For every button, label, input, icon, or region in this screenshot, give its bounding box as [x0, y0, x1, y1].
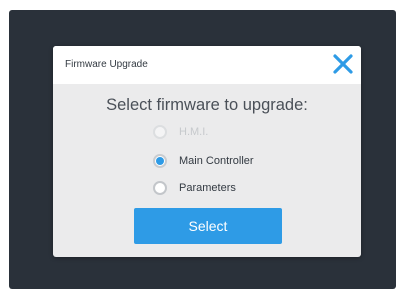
- close-button[interactable]: [329, 50, 357, 78]
- dialog-prompt: Select firmware to upgrade:: [106, 96, 308, 114]
- firmware-upgrade-dialog: Firmware Upgrade Select firmware to upgr…: [53, 46, 361, 257]
- option-parameters-label: Parameters: [179, 182, 236, 194]
- option-parameters[interactable]: Parameters: [153, 179, 236, 197]
- radio-parameters[interactable]: [153, 181, 167, 195]
- radio-hmi: [153, 125, 167, 139]
- close-x-icon: [333, 54, 353, 74]
- dialog-title: Firmware Upgrade: [65, 59, 148, 70]
- option-main-controller[interactable]: Main Controller: [153, 152, 254, 170]
- select-button[interactable]: Select: [134, 208, 282, 244]
- radio-main-controller[interactable]: [153, 154, 167, 168]
- option-hmi: H.M.I.: [153, 123, 208, 141]
- option-hmi-label: H.M.I.: [179, 126, 209, 138]
- option-main-controller-label: Main Controller: [179, 155, 254, 167]
- dialog-header: Firmware Upgrade: [53, 46, 361, 84]
